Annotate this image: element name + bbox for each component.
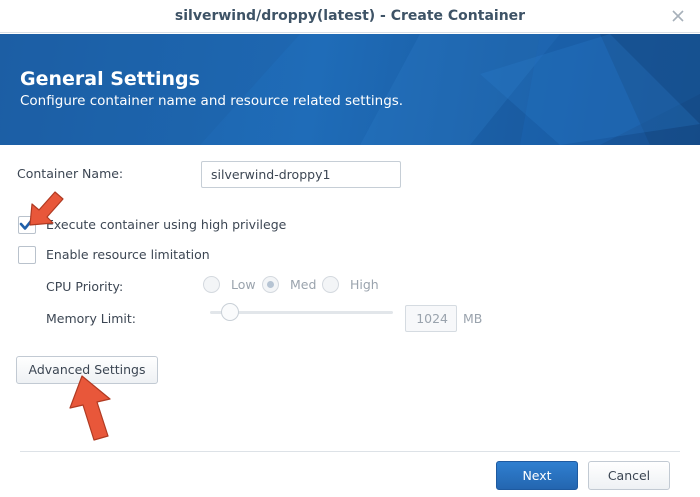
container-name-label: Container Name: — [17, 166, 124, 181]
memory-limit-label: Memory Limit: — [46, 311, 137, 326]
cpu-med-radio[interactable] — [262, 276, 279, 293]
window-title: silverwind/droppy(latest) - Create Conta… — [174, 8, 526, 24]
cpu-low-label: Low — [231, 277, 256, 292]
memory-limit-input[interactable]: 1024 — [405, 305, 457, 332]
memory-slider-handle[interactable] — [221, 303, 239, 321]
cpu-high-label: High — [350, 277, 379, 292]
header-banner: General Settings Configure container nam… — [0, 34, 700, 145]
footer-divider — [20, 451, 680, 452]
close-icon[interactable] — [670, 8, 686, 24]
cpu-med-label: Med — [290, 277, 317, 292]
banner-heading: General Settings — [20, 68, 200, 90]
cancel-button[interactable]: Cancel — [588, 461, 670, 490]
resource-limit-label: Enable resource limitation — [46, 247, 210, 262]
high-privilege-label: Execute container using high privilege — [46, 217, 287, 232]
cpu-high-radio[interactable] — [322, 276, 339, 293]
banner-subheading: Configure container name and resource re… — [20, 93, 404, 109]
annotation-arrow-icon — [69, 375, 111, 441]
cpu-low-radio[interactable] — [203, 276, 220, 293]
window-titlebar: silverwind/droppy(latest) - Create Conta… — [0, 0, 700, 33]
resource-limit-checkbox[interactable] — [18, 246, 36, 264]
cpu-priority-label: CPU Priority: — [46, 279, 124, 294]
annotation-arrow-icon — [29, 191, 64, 226]
memory-unit-label: MB — [463, 311, 483, 326]
container-name-input[interactable]: silverwind-droppy1 — [201, 161, 401, 188]
next-button[interactable]: Next — [496, 461, 578, 490]
